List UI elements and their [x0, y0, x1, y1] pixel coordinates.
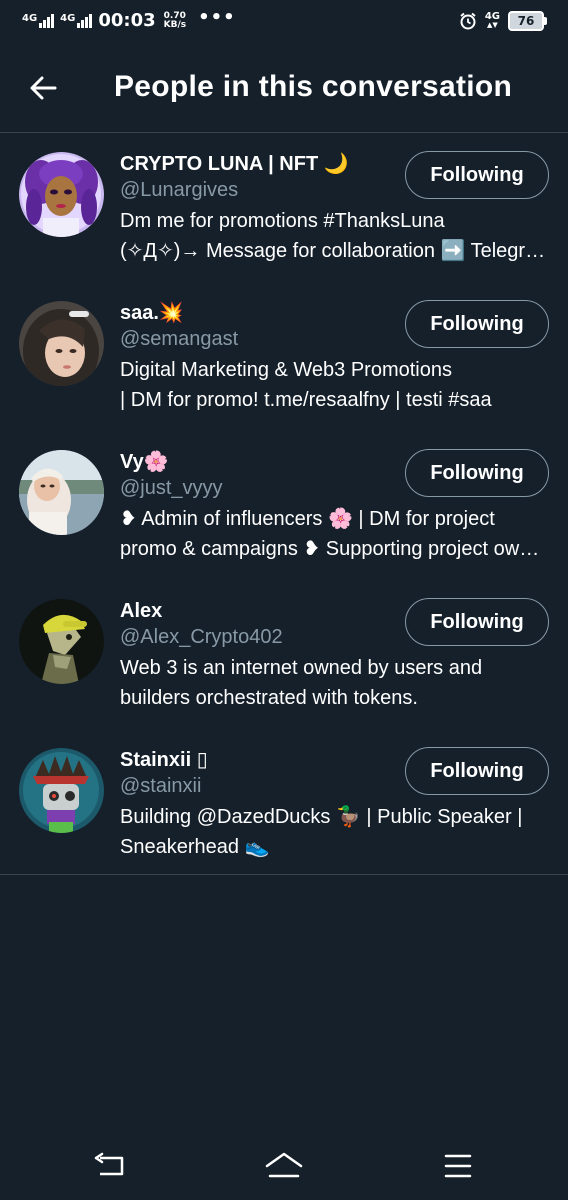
nav-menu-icon [444, 1154, 472, 1178]
status-bar: 4G 4G 00:03 0.70 KB/s ••• 4G ▲▼ 76 [0, 0, 568, 44]
mobile-data: 4G ▲▼ [485, 12, 500, 30]
user-bio: Dm me for promotions #ThanksLuna (✧Д✧)→ … [120, 206, 548, 266]
person-row[interactable]: Stainxii ▯ @stainxii Following Building … [0, 729, 568, 874]
user-bio: Digital Marketing & Web3 Promotions | DM… [120, 355, 548, 415]
arrow-left-icon [30, 76, 57, 100]
user-info: Alex @Alex_Crypto402 [120, 598, 400, 650]
person-row[interactable]: Alex @Alex_Crypto402 Following Web 3 is … [0, 580, 568, 729]
network-speed: 0.70 KB/s [163, 11, 187, 30]
user-bio: Web 3 is an internet owned by users and … [120, 653, 548, 713]
people-list: CRYPTO LUNA | NFT 🌙 @Lunargives Followin… [0, 133, 568, 875]
person-row[interactable]: CRYPTO LUNA | NFT 🌙 @Lunargives Followin… [0, 133, 568, 282]
user-bio: ❥ Admin of influencers 🌸 | DM for projec… [120, 504, 548, 564]
system-navigation-bar [0, 1130, 568, 1200]
more-notifications-icon: ••• [198, 7, 236, 28]
speed-unit: KB/s [163, 19, 187, 30]
user-handle[interactable]: @Lunargives [120, 177, 400, 203]
user-handle[interactable]: @just_vyyy [120, 475, 400, 501]
nav-menu-button[interactable] [438, 1150, 478, 1182]
bio-line: Sneakerhead 👟 [120, 836, 270, 858]
signal-bars-icon [77, 13, 93, 28]
network-type-right: 4G [484, 11, 500, 22]
display-name[interactable]: Vy🌸 [120, 449, 400, 475]
alarm-icon [459, 12, 477, 30]
status-bar-right: 4G ▲▼ 76 [459, 11, 547, 31]
person-row[interactable]: Vy🌸 @just_vyyy Following ❥ Admin of infl… [0, 431, 568, 580]
battery-level: 76 [517, 14, 535, 28]
bio-line: Web 3 is an internet owned by users and [120, 657, 483, 679]
bio-line: Building @DazedDucks 🦆 | Public Speaker … [120, 806, 523, 828]
user-info: Stainxii ▯ @stainxii [120, 747, 400, 799]
display-name[interactable]: CRYPTO LUNA | NFT 🌙 [120, 151, 400, 177]
avatar[interactable] [19, 152, 104, 237]
bio-line: promo & campaigns ❥ Supporting project o… [120, 538, 548, 560]
avatar[interactable] [19, 450, 104, 535]
top-app-bar: People in this conversation [0, 44, 568, 133]
signal-2: 4G [60, 12, 93, 28]
signal-bars-icon [39, 13, 55, 28]
nav-back-button[interactable] [90, 1150, 130, 1182]
person-row[interactable]: saa.💥 @semangast Following Digital Marke… [0, 282, 568, 431]
display-name[interactable]: Stainxii ▯ [120, 747, 400, 773]
nav-home-icon [265, 1152, 303, 1178]
user-info: Vy🌸 @just_vyyy [120, 449, 400, 501]
following-button[interactable]: Following [405, 449, 549, 497]
user-info: CRYPTO LUNA | NFT 🌙 @Lunargives [120, 151, 400, 203]
following-button[interactable]: Following [405, 598, 549, 646]
bio-line: builders orchestrated with tokens. [120, 687, 418, 709]
nav-home-button[interactable] [264, 1150, 304, 1182]
user-handle[interactable]: @stainxii [120, 773, 400, 799]
following-button[interactable]: Following [405, 151, 549, 199]
bio-line: Dm me for promotions #ThanksLuna [120, 210, 445, 232]
following-button[interactable]: Following [405, 300, 549, 348]
avatar[interactable] [19, 599, 104, 684]
avatar[interactable] [19, 301, 104, 386]
display-name[interactable]: saa.💥 [120, 300, 400, 326]
battery-icon: 76 [508, 11, 547, 31]
nav-back-icon [94, 1152, 124, 1176]
user-handle[interactable]: @Alex_Crypto402 [120, 624, 400, 650]
bio-line: Digital Marketing & Web3 Promotions [120, 359, 452, 381]
display-name[interactable]: Alex [120, 598, 400, 624]
network-type-1: 4G [22, 12, 38, 24]
back-button[interactable] [24, 68, 64, 108]
data-arrows-icon: ▲▼ [487, 21, 498, 29]
page-title: People in this conversation [114, 70, 513, 103]
bio-line: ❥ Admin of influencers 🌸 | DM for projec… [120, 508, 495, 530]
bio-line: | DM for promo! t.me/resaalfny | testi #… [120, 389, 492, 411]
user-handle[interactable]: @semangast [120, 326, 400, 352]
avatar[interactable] [19, 748, 104, 833]
status-bar-left: 4G 4G 00:03 0.70 KB/s ••• [22, 7, 236, 31]
clock: 00:03 [98, 10, 156, 31]
bio-line: (✧Д✧)→ Message for collaboration ➡️ Tele… [120, 240, 548, 262]
following-button[interactable]: Following [405, 747, 549, 795]
user-bio: Building @DazedDucks 🦆 | Public Speaker … [120, 802, 548, 862]
signal-1: 4G [22, 12, 55, 28]
network-type-2: 4G [60, 12, 76, 24]
user-info: saa.💥 @semangast [120, 300, 400, 352]
